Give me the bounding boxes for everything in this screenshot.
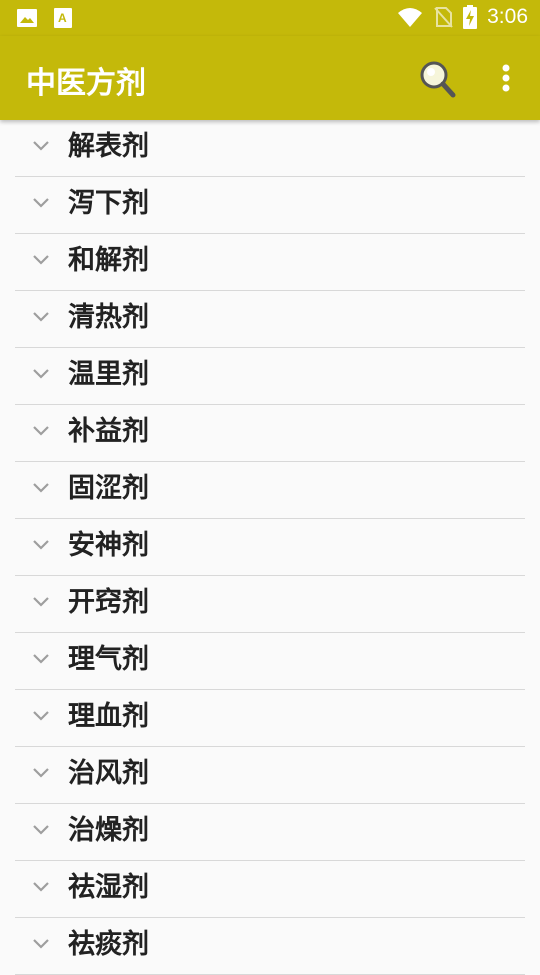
chevron-down-icon[interactable] [31,766,51,780]
category-label: 安神剂 [68,530,149,561]
category-label: 理气剂 [68,644,149,675]
chevron-down-icon[interactable] [31,424,51,438]
category-label: 治燥剂 [68,815,149,846]
list-item[interactable]: 治燥剂 [15,804,525,861]
list-item[interactable]: 固涩剂 [15,462,525,519]
wifi-icon [398,8,423,27]
chevron-down-icon[interactable] [31,880,51,894]
app-title: 中医方剂 [26,66,146,101]
chevron-down-icon[interactable] [31,310,51,324]
chevron-down-icon[interactable] [31,652,51,666]
formula-category-list: 解表剂泻下剂和解剂清热剂温里剂补益剂固涩剂安神剂开窍剂理气剂理血剂治风剂治燥剂祛… [0,120,540,975]
app-bar: 中医方剂 [0,36,540,120]
category-label: 温里剂 [68,359,149,390]
svg-text:A: A [58,11,67,25]
category-label: 理血剂 [68,701,149,732]
status-bar: A 3:06 [0,0,540,36]
list-item[interactable]: 清热剂 [15,291,525,348]
category-label: 开窍剂 [68,587,149,618]
battery-charging-icon [463,5,478,29]
chevron-down-icon[interactable] [31,823,51,837]
category-label: 固涩剂 [68,473,149,504]
category-label: 泻下剂 [68,188,149,219]
list-item[interactable]: 解表剂 [15,120,525,177]
chevron-down-icon[interactable] [31,937,51,951]
chevron-down-icon[interactable] [31,538,51,552]
category-label: 补益剂 [68,416,149,447]
category-label: 祛湿剂 [68,872,149,903]
no-sim-icon [434,7,453,28]
chevron-down-icon[interactable] [31,367,51,381]
list-item[interactable]: 理血剂 [15,690,525,747]
category-label: 解表剂 [68,131,149,162]
chevron-down-icon[interactable] [31,196,51,210]
chevron-down-icon[interactable] [31,595,51,609]
list-item[interactable]: 祛湿剂 [15,861,525,918]
search-icon [420,61,456,98]
more-options-button[interactable] [488,58,524,102]
list-item[interactable]: 开窍剂 [15,576,525,633]
category-label: 和解剂 [68,245,149,276]
list-item[interactable]: 泻下剂 [15,177,525,234]
text-a-icon: A [54,8,72,28]
list-item[interactable]: 和解剂 [15,234,525,291]
list-item[interactable]: 治风剂 [15,747,525,804]
more-vert-icon [502,64,510,92]
image-icon [17,9,37,27]
chevron-down-icon[interactable] [31,139,51,153]
chevron-down-icon[interactable] [31,253,51,267]
list-item[interactable]: 温里剂 [15,348,525,405]
search-button[interactable] [416,58,460,102]
chevron-down-icon[interactable] [31,709,51,723]
list-item[interactable]: 补益剂 [15,405,525,462]
list-item[interactable]: 理气剂 [15,633,525,690]
category-label: 清热剂 [68,302,149,333]
list-item[interactable]: 安神剂 [15,519,525,576]
notification-icons: A [16,8,72,28]
system-icons: 3:06 [397,5,528,29]
category-label: 治风剂 [68,758,149,789]
category-label: 祛痰剂 [68,929,149,960]
chevron-down-icon[interactable] [31,481,51,495]
clock: 3:06 [487,5,528,28]
list-item[interactable]: 祛痰剂 [15,918,525,975]
